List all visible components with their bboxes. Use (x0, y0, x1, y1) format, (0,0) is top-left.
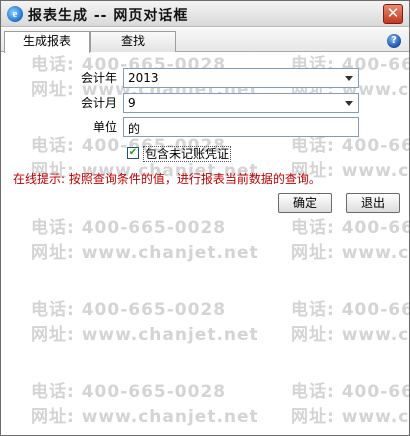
watermark-phone: 电话: 400-665-0028 (291, 300, 409, 320)
close-button[interactable]: ✕ (383, 4, 403, 24)
watermark-site: 网址: www.chanjet.net (291, 407, 409, 427)
watermark-phone: 电话: 400-665-0028 (31, 382, 227, 402)
tab-generate-report[interactable]: 生成报表 (4, 31, 90, 53)
ok-button[interactable]: 确定 (278, 193, 332, 213)
month-select[interactable]: 9 (123, 93, 359, 113)
month-row: 会计月 9 (1, 93, 409, 113)
ie-icon: e (7, 6, 23, 22)
watermark-phone: 电话: 400-665-0028 (291, 218, 409, 238)
watermark-phone: 电话: 400-665-0028 (31, 300, 227, 320)
unit-label: 单位 (92, 120, 117, 134)
watermark-site: 网址: www.chanjet.net (291, 325, 409, 345)
chevron-down-icon[interactable] (345, 76, 353, 81)
watermark-site: 网址: www.chanjet.net (31, 243, 259, 263)
tab-strip: 生成报表 查找 ? (1, 28, 409, 53)
month-value: 9 (128, 96, 136, 110)
year-value: 2013 (128, 71, 159, 85)
include-unposted-label[interactable]: 包含未记账凭证 (143, 146, 232, 162)
exit-button[interactable]: 退出 (346, 193, 400, 213)
watermark-site: 网址: www.chanjet.net (31, 407, 259, 427)
watermark-phone: 电话: 400-665-0028 (291, 382, 409, 402)
year-row: 会计年 2013 (1, 68, 409, 88)
dialog-window: e 报表生成 -- 网页对话框 ✕ 生成报表 查找 ? 电话: 400-665-… (0, 0, 410, 436)
window-title: 报表生成 -- 网页对话框 (28, 8, 189, 24)
title-bar[interactable]: e 报表生成 -- 网页对话框 ✕ (1, 1, 409, 27)
unit-row: 单位 的 (1, 117, 409, 137)
include-unposted-checkbox[interactable]: ✔ (127, 147, 139, 159)
online-hint: 在线提示: 按照查询条件的值，进行报表当前数据的查询。 (13, 172, 321, 186)
watermark-site: 网址: www.chanjet.net (31, 325, 259, 345)
watermark-site: 网址: www.chanjet.net (291, 243, 409, 263)
watermark-phone: 电话: 400-665-0028 (31, 218, 227, 238)
tab-search[interactable]: 查找 (90, 31, 176, 52)
help-icon[interactable]: ? (387, 34, 401, 48)
month-label: 会计月 (80, 96, 117, 110)
year-select[interactable]: 2013 (123, 68, 359, 88)
unit-input[interactable]: 的 (123, 117, 359, 137)
year-label: 会计年 (80, 71, 117, 85)
chevron-down-icon[interactable] (345, 101, 353, 106)
